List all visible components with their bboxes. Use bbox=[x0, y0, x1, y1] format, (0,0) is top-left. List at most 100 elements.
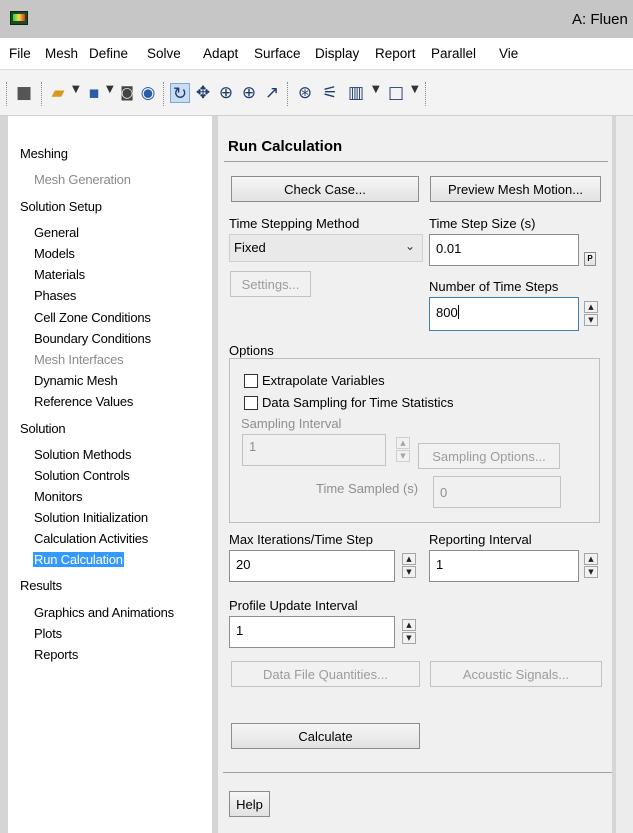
time-sampled-input: 0 bbox=[433, 476, 561, 508]
nav-phases[interactable]: Phases bbox=[34, 288, 76, 303]
profile-update-interval-label: Profile Update Interval bbox=[229, 598, 358, 613]
view-dropdown-arrow[interactable]: ▼ bbox=[411, 84, 419, 95]
toolbar-grip bbox=[6, 82, 9, 106]
time-stepping-method-select[interactable]: Fixed ⌄ bbox=[229, 234, 423, 262]
spinner-down-icon[interactable]: ▼ bbox=[584, 314, 598, 326]
nav-run-calculation[interactable]: Run Calculation bbox=[33, 552, 124, 567]
fluent-app-icon[interactable] bbox=[10, 11, 28, 25]
nav-dynamic-mesh[interactable]: Dynamic Mesh bbox=[34, 373, 118, 388]
spinner-up-icon[interactable]: ▲ bbox=[584, 301, 598, 313]
nav-boundary-conditions[interactable]: Boundary Conditions bbox=[34, 331, 151, 346]
nav-solution-initialization[interactable]: Solution Initialization bbox=[34, 510, 148, 525]
menu-mesh[interactable]: Mesh bbox=[45, 46, 78, 61]
sampling-options-button: Sampling Options... bbox=[418, 443, 560, 469]
zoom-box-icon[interactable]: ⊕ bbox=[239, 83, 259, 103]
layout-icon[interactable]: ▥ bbox=[346, 83, 366, 103]
nav-plots[interactable]: Plots bbox=[34, 626, 62, 641]
save-dropdown-arrow[interactable]: ▼ bbox=[106, 84, 114, 95]
max-iterations-spinner[interactable]: ▲ ▼ bbox=[402, 553, 416, 579]
menu-report[interactable]: Report bbox=[375, 46, 416, 61]
calculate-button[interactable]: Calculate bbox=[231, 723, 420, 749]
probe-icon[interactable]: ↗ bbox=[262, 83, 282, 103]
menu-display[interactable]: Display bbox=[315, 46, 359, 61]
max-iterations-label: Max Iterations/Time Step bbox=[229, 532, 374, 547]
view-icon[interactable]: □ bbox=[386, 83, 406, 103]
open-dropdown-arrow[interactable]: ▼ bbox=[72, 84, 80, 95]
max-iterations-input[interactable]: 20 bbox=[229, 550, 395, 582]
nav-cell-zone-conditions[interactable]: Cell Zone Conditions bbox=[34, 310, 151, 325]
number-of-time-steps-value: 800 bbox=[436, 305, 458, 320]
nav-graphics-and-animations[interactable]: Graphics and Animations bbox=[34, 605, 174, 620]
menu-solve[interactable]: Solve bbox=[147, 46, 181, 61]
menu-file[interactable]: File bbox=[9, 46, 31, 61]
options-label: Options bbox=[229, 343, 274, 358]
panel-footer-divider bbox=[223, 772, 612, 773]
nav-general[interactable]: General bbox=[34, 225, 79, 240]
nav-results[interactable]: Results bbox=[20, 578, 62, 593]
spinner-down-icon[interactable]: ▼ bbox=[402, 632, 416, 644]
nav-reports[interactable]: Reports bbox=[34, 647, 78, 662]
sampling-interval-input: 1 bbox=[242, 434, 386, 466]
nav-solution-setup[interactable]: Solution Setup bbox=[20, 199, 102, 214]
extrapolate-variables-label[interactable]: Extrapolate Variables bbox=[262, 373, 385, 388]
data-sampling-checkbox[interactable] bbox=[244, 396, 258, 410]
annotate-icon[interactable]: ⚟ bbox=[320, 83, 340, 103]
extrapolate-variables-checkbox[interactable] bbox=[244, 374, 258, 388]
open-folder-icon[interactable]: ▰ bbox=[48, 83, 68, 103]
pan-icon[interactable]: ✥ bbox=[193, 83, 213, 103]
menu-surface[interactable]: Surface bbox=[254, 46, 301, 61]
help-icon[interactable]: ◉ bbox=[138, 83, 158, 103]
check-case-button[interactable]: Check Case... bbox=[231, 176, 419, 202]
time-stepping-method-label: Time Stepping Method bbox=[229, 216, 360, 231]
spinner-up-icon[interactable]: ▲ bbox=[584, 553, 598, 565]
nav-solution-methods[interactable]: Solution Methods bbox=[34, 447, 131, 462]
time-step-size-label: Time Step Size (s) bbox=[429, 216, 536, 231]
zoom-in-icon[interactable]: ⊕ bbox=[216, 83, 236, 103]
spinner-down-icon[interactable]: ▼ bbox=[402, 566, 416, 578]
profile-update-interval-spinner[interactable]: ▲ ▼ bbox=[402, 619, 416, 645]
chevron-down-icon: ⌄ bbox=[404, 239, 415, 253]
nav-models[interactable]: Models bbox=[34, 246, 75, 261]
spinner-up-icon[interactable]: ▲ bbox=[402, 619, 416, 631]
number-of-time-steps-spinner[interactable]: ▲ ▼ bbox=[584, 301, 598, 327]
number-of-time-steps-label: Number of Time Steps bbox=[429, 279, 559, 294]
data-sampling-label[interactable]: Data Sampling for Time Statistics bbox=[262, 395, 453, 410]
data-file-quantities-button: Data File Quantities... bbox=[231, 661, 420, 687]
reporting-interval-spinner[interactable]: ▲ ▼ bbox=[584, 553, 598, 579]
spinner-down-icon[interactable]: ▼ bbox=[584, 566, 598, 578]
preview-mesh-motion-button[interactable]: Preview Mesh Motion... bbox=[430, 176, 601, 202]
camera-icon[interactable]: ◙ bbox=[117, 83, 137, 103]
nav-solution[interactable]: Solution bbox=[20, 421, 66, 436]
toolbar-separator bbox=[287, 82, 290, 106]
left-frame-border bbox=[0, 116, 8, 833]
nav-meshing[interactable]: Meshing bbox=[20, 146, 68, 161]
nav-mesh-generation: Mesh Generation bbox=[34, 172, 131, 187]
time-step-size-input[interactable]: 0.01 bbox=[429, 234, 579, 266]
read-case-icon[interactable]: ■ bbox=[14, 83, 34, 103]
parameter-button[interactable]: P bbox=[584, 252, 596, 266]
graphics-area-edge bbox=[616, 116, 633, 833]
nav-solution-controls[interactable]: Solution Controls bbox=[34, 468, 130, 483]
layout-dropdown-arrow[interactable]: ▼ bbox=[372, 84, 380, 95]
profile-update-interval-input[interactable]: 1 bbox=[229, 616, 395, 648]
nav-materials[interactable]: Materials bbox=[34, 267, 85, 282]
save-icon[interactable]: ▪ bbox=[84, 83, 104, 103]
settings-button: Settings... bbox=[230, 271, 311, 297]
acoustic-signals-button: Acoustic Signals... bbox=[430, 661, 602, 687]
spinner-up-icon[interactable]: ▲ bbox=[402, 553, 416, 565]
nav-monitors[interactable]: Monitors bbox=[34, 489, 82, 504]
number-of-time-steps-input[interactable]: 800 bbox=[429, 297, 579, 331]
sampling-interval-spinner: ▲ ▼ bbox=[396, 437, 410, 463]
nav-reference-values[interactable]: Reference Values bbox=[34, 394, 133, 409]
spinner-up-icon: ▲ bbox=[396, 437, 410, 449]
menu-define[interactable]: Define bbox=[89, 46, 128, 61]
reporting-interval-input[interactable]: 1 bbox=[429, 550, 579, 582]
menu-view[interactable]: Vie bbox=[499, 46, 518, 61]
nav-calculation-activities[interactable]: Calculation Activities bbox=[34, 531, 148, 546]
fit-icon[interactable]: ⊛ bbox=[295, 83, 315, 103]
menu-parallel[interactable]: Parallel bbox=[431, 46, 476, 61]
rotate-icon[interactable]: ↻ bbox=[170, 83, 190, 104]
menu-adapt[interactable]: Adapt bbox=[203, 46, 238, 61]
help-button[interactable]: Help bbox=[229, 791, 270, 817]
text-caret bbox=[457, 305, 459, 319]
